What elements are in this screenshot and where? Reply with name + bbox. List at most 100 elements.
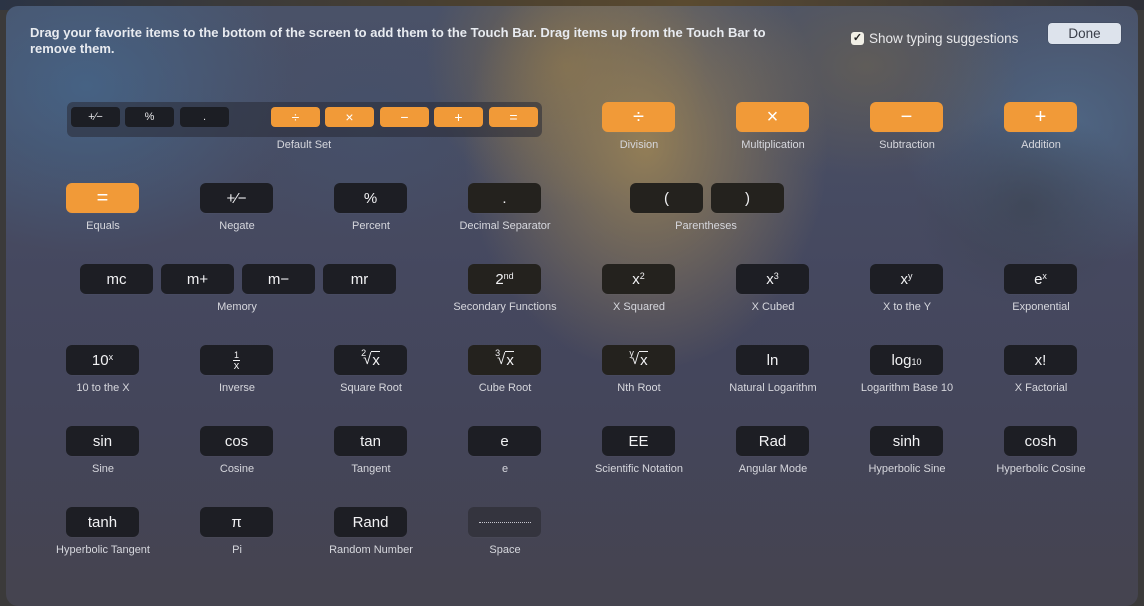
radicand: x xyxy=(505,351,514,369)
default-set-percent-key: % xyxy=(125,107,174,127)
negate-key[interactable]: +⁄− xyxy=(200,183,273,213)
subtraction-label: Subtraction xyxy=(879,139,935,151)
pi-key[interactable]: π xyxy=(200,507,273,537)
ten-to-the-x-exponent: x xyxy=(108,352,114,362)
ten-to-the-x-key[interactable]: 10 x xyxy=(66,345,139,375)
random-number-key[interactable]: Rand xyxy=(334,507,407,537)
exponential-key[interactable]: ex xyxy=(1004,264,1077,294)
e-constant-label: e xyxy=(501,463,509,475)
cube-root-icon: 3 √ x xyxy=(495,348,514,369)
radicand: x xyxy=(371,351,380,369)
percent-label: Percent xyxy=(352,220,390,232)
x-to-the-y-key[interactable]: xy xyxy=(870,264,943,294)
equals-key[interactable]: = xyxy=(66,183,139,213)
root-index: 3 xyxy=(495,348,501,358)
inverse-denominator: x xyxy=(233,359,240,372)
checkbox-checked-icon[interactable]: ✓ xyxy=(851,32,864,45)
memory-clear-key[interactable]: mc xyxy=(80,264,153,294)
logarithm-base-10-label: Logarithm Base 10 xyxy=(860,382,954,394)
open-parenthesis-key[interactable]: ( xyxy=(630,183,703,213)
tangent-key[interactable]: tan xyxy=(334,426,407,456)
natural-logarithm-key[interactable]: ln xyxy=(736,345,809,375)
x-factorial-key[interactable]: x! xyxy=(1004,345,1077,375)
inverse-fraction: 1 x xyxy=(232,350,240,372)
memory-recall-key[interactable]: mr xyxy=(323,264,396,294)
default-set-group[interactable]: +⁄− % . ÷ × − + = xyxy=(67,102,542,137)
default-set-division-key: ÷ xyxy=(271,107,320,127)
x-to-the-y-base: x xyxy=(900,270,909,288)
tangent-label: Tangent xyxy=(351,463,391,475)
nth-root-label: Nth Root xyxy=(617,382,661,394)
nth-root-key[interactable]: y √ x xyxy=(602,345,675,375)
dotted-line-icon xyxy=(478,521,531,523)
percent-key[interactable]: % xyxy=(334,183,407,213)
memory-subtract-key[interactable]: m− xyxy=(242,264,315,294)
x-cubed-exponent: 3 xyxy=(773,271,779,281)
scientific-notation-label: Scientific Notation xyxy=(594,463,684,475)
x-to-the-y-label: X to the Y xyxy=(882,301,932,313)
multiplication-label: Multiplication xyxy=(741,139,805,151)
x-squared-label: X Squared xyxy=(613,301,665,313)
show-typing-suggestions-label: Show typing suggestions xyxy=(869,31,1019,46)
hyperbolic-sine-label: Hyperbolic Sine xyxy=(868,463,946,475)
x-factorial-label: X Factorial xyxy=(1014,382,1068,394)
hyperbolic-tangent-label: Hyperbolic Tangent xyxy=(56,544,150,556)
space-label: Space xyxy=(489,544,521,556)
root-index: y xyxy=(629,348,634,358)
radicand: x xyxy=(639,351,648,369)
scientific-notation-key[interactable]: EE xyxy=(602,426,675,456)
decimal-separator-key[interactable]: . xyxy=(468,183,541,213)
default-set-decimal-key: . xyxy=(180,107,229,127)
subtraction-key[interactable]: − xyxy=(870,102,943,132)
hyperbolic-cosine-label: Hyperbolic Cosine xyxy=(996,463,1086,475)
cosine-key[interactable]: cos xyxy=(200,426,273,456)
ten-to-the-x-base: 10 xyxy=(91,351,109,369)
nth-root-icon: y √ x xyxy=(629,348,648,369)
cube-root-key[interactable]: 3 √ x xyxy=(468,345,541,375)
square-root-key[interactable]: 2 √ x xyxy=(334,345,407,375)
log-subscript: 10 xyxy=(911,357,922,367)
angular-mode-key[interactable]: Rad xyxy=(736,426,809,456)
multiplication-key[interactable]: × xyxy=(736,102,809,132)
root-index: 2 xyxy=(361,348,367,358)
inverse-label: Inverse xyxy=(218,382,256,394)
hyperbolic-cosine-key[interactable]: cosh xyxy=(1004,426,1077,456)
sine-key[interactable]: sin xyxy=(66,426,139,456)
decimal-separator-label: Decimal Separator xyxy=(459,220,551,232)
ten-to-the-x-label: 10 to the X xyxy=(76,382,130,394)
natural-logarithm-label: Natural Logarithm xyxy=(729,382,817,394)
default-set-multiplication-key: × xyxy=(325,107,374,127)
hyperbolic-sine-key[interactable]: sinh xyxy=(870,426,943,456)
memory-add-key[interactable]: m+ xyxy=(161,264,234,294)
hyperbolic-tangent-key[interactable]: tanh xyxy=(66,507,139,537)
sine-label: Sine xyxy=(91,463,115,475)
cube-root-label: Cube Root xyxy=(478,382,532,394)
customize-touch-bar-sheet: Drag your favorite items to the bottom o… xyxy=(6,6,1138,606)
secondary-functions-key[interactable]: 2nd xyxy=(468,264,541,294)
x-squared-key[interactable]: x2 xyxy=(602,264,675,294)
instructions-text: Drag your favorite items to the bottom o… xyxy=(30,25,766,56)
memory-label: Memory xyxy=(217,301,257,313)
exponential-exponent: x xyxy=(1042,271,1047,281)
default-set-equals-key: = xyxy=(489,107,538,127)
negate-label: Negate xyxy=(219,220,255,232)
close-parenthesis-key[interactable]: ) xyxy=(711,183,784,213)
done-button[interactable]: Done xyxy=(1048,23,1121,44)
x-cubed-key[interactable]: x3 xyxy=(736,264,809,294)
logarithm-base-10-key[interactable]: log 10 xyxy=(870,345,943,375)
second-base: 2 xyxy=(495,270,504,288)
second-superscript: nd xyxy=(503,271,514,281)
space-key[interactable] xyxy=(468,507,541,537)
cosine-label: Cosine xyxy=(219,463,255,475)
secondary-functions-label: Secondary Functions xyxy=(453,301,557,313)
x-cubed-base: x xyxy=(766,270,774,288)
pi-label: Pi xyxy=(232,544,242,556)
e-constant-key[interactable]: e xyxy=(468,426,541,456)
parentheses-label: Parentheses xyxy=(675,220,737,232)
default-set-addition-key: + xyxy=(434,107,483,127)
show-typing-suggestions-checkbox[interactable]: ✓ Show typing suggestions xyxy=(851,31,1018,46)
addition-key[interactable]: + xyxy=(1004,102,1077,132)
inverse-key[interactable]: 1 x xyxy=(200,345,273,375)
division-key[interactable]: ÷ xyxy=(602,102,675,132)
random-number-label: Random Number xyxy=(329,544,413,556)
